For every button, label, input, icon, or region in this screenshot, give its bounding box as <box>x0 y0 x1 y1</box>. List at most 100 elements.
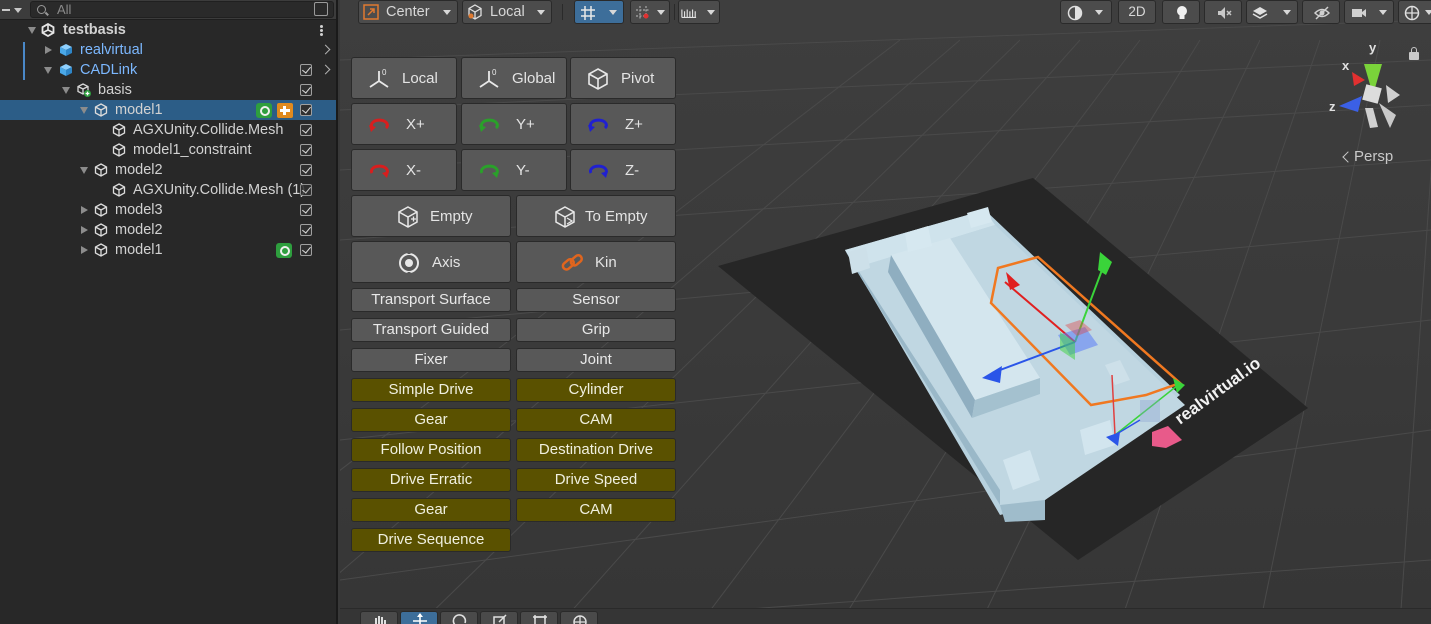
gear-button-2[interactable]: Gear <box>351 498 511 522</box>
button-label: Destination Drive <box>538 441 654 458</box>
rotate-y-plus-button[interactable]: Y+ <box>461 103 567 145</box>
rotate-z-plus-button[interactable]: Z+ <box>570 103 676 145</box>
transform-tool-button[interactable] <box>560 611 598 624</box>
chevron-right-icon[interactable] <box>320 64 331 75</box>
chevron-right-icon[interactable] <box>320 44 331 55</box>
sensor-button[interactable]: Sensor <box>516 288 676 312</box>
transport-guided-button[interactable]: Transport Guided <box>351 318 511 342</box>
gear-icon[interactable] <box>256 103 272 118</box>
follow-position-button[interactable]: Follow Position <box>351 438 511 462</box>
to-empty-button[interactable]: To Empty <box>516 195 676 237</box>
hierarchy-row-model1-selected[interactable]: model1 <box>0 100 336 120</box>
hierarchy-row-testbasis[interactable]: testbasis <box>0 20 336 40</box>
hierarchy-row-model2[interactable]: model2 <box>0 160 336 180</box>
drive-sequence-button[interactable]: Drive Sequence <box>351 528 511 552</box>
lighting-toggle[interactable] <box>1162 0 1200 24</box>
hierarchy-row-cadlink[interactable]: CADLink <box>0 60 336 80</box>
active-toggle-checkbox[interactable] <box>300 164 312 176</box>
active-toggle-checkbox[interactable] <box>300 64 312 76</box>
transport-surface-button[interactable]: Transport Surface <box>351 288 511 312</box>
cam-button-2[interactable]: CAM <box>516 498 676 522</box>
active-toggle-checkbox[interactable] <box>300 124 312 136</box>
foldout-arrow-icon[interactable] <box>81 206 88 214</box>
foldout-arrow-icon[interactable] <box>81 226 88 234</box>
create-dropdown-button[interactable] <box>2 2 24 18</box>
rotate-tool-button[interactable] <box>440 611 478 624</box>
hierarchy-row-model2-b[interactable]: model2 <box>0 220 336 240</box>
scale-tool-button[interactable] <box>480 611 518 624</box>
more-options-icon[interactable] <box>320 25 323 36</box>
foldout-arrow-icon[interactable] <box>28 27 36 34</box>
foldout-arrow-icon[interactable] <box>44 67 52 74</box>
chevron-down-icon <box>1425 10 1431 15</box>
drive-speed-button[interactable]: Drive Speed <box>516 468 676 492</box>
foldout-arrow-icon[interactable] <box>62 87 70 94</box>
active-toggle-checkbox[interactable] <box>300 104 312 116</box>
hierarchy-row-basis[interactable]: basis <box>0 80 336 100</box>
z-plus-label: Z+ <box>625 116 643 133</box>
audio-toggle[interactable] <box>1204 0 1242 24</box>
rotate-x-plus-button[interactable]: X+ <box>351 103 457 145</box>
increment-snap-toggle[interactable] <box>630 0 670 24</box>
scene-visibility-toggle[interactable] <box>1302 0 1340 24</box>
active-toggle-checkbox[interactable] <box>300 184 312 196</box>
hierarchy-row-realvirtual[interactable]: realvirtual <box>0 40 336 60</box>
axis-button[interactable]: Axis <box>351 241 511 283</box>
pivot-mode-dropdown[interactable]: Center <box>358 0 458 24</box>
pivot-rotation-dropdown[interactable]: Local <box>462 0 552 24</box>
foldout-arrow-icon[interactable] <box>45 46 52 54</box>
rotate-x-minus-button[interactable]: X- <box>351 149 457 191</box>
active-toggle-checkbox[interactable] <box>300 244 312 256</box>
kin-button[interactable]: Kin <box>516 241 676 283</box>
cube-outline-icon <box>112 143 126 157</box>
camera-dropdown[interactable] <box>1344 0 1394 24</box>
move-tool-button[interactable] <box>400 611 438 624</box>
active-toggle-checkbox[interactable] <box>300 144 312 156</box>
add-empty-button[interactable]: Empty <box>351 195 511 237</box>
local-button[interactable]: 0 Local <box>351 57 457 99</box>
foldout-arrow-icon[interactable] <box>80 107 88 114</box>
hierarchy-row-model3[interactable]: model3 <box>0 200 336 220</box>
global-button[interactable]: 0 Global <box>461 57 567 99</box>
simple-drive-button[interactable]: Simple Drive <box>351 378 511 402</box>
pivot-button[interactable]: Pivot <box>570 57 676 99</box>
fixer-button[interactable]: Fixer <box>351 348 511 372</box>
toggle-2d-button[interactable]: 2D <box>1118 0 1156 24</box>
gizmos-dropdown[interactable] <box>1398 0 1431 24</box>
hierarchy-row-agx-mesh[interactable]: AGXUnity.Collide.Mesh <box>0 120 336 140</box>
gizmo-lock-icon[interactable] <box>1409 47 1419 60</box>
active-toggle-checkbox[interactable] <box>300 84 312 96</box>
rotate-z-minus-button[interactable]: Z- <box>570 149 676 191</box>
hierarchy-search-extra-icon[interactable] <box>314 2 328 16</box>
button-label: Cylinder <box>568 381 624 398</box>
ruler-snap-toggle[interactable] <box>678 0 720 24</box>
rotate-y-minus-button[interactable]: Y- <box>461 149 567 191</box>
projection-toggle[interactable]: Persp <box>1342 148 1393 165</box>
hierarchy-row-agx-mesh-1[interactable]: AGXUnity.Collide.Mesh (1) <box>0 180 336 200</box>
grip-button[interactable]: Grip <box>516 318 676 342</box>
hierarchy-row-model1-constraint[interactable]: model1_constraint <box>0 140 336 160</box>
ruler-icon <box>681 9 697 19</box>
add-component-icon[interactable] <box>277 103 293 118</box>
cam-button[interactable]: CAM <box>516 408 676 432</box>
cylinder-button[interactable]: Cylinder <box>516 378 676 402</box>
hierarchy-row-model1-b[interactable]: model1 <box>0 240 336 260</box>
grid-snap-toggle[interactable] <box>574 0 624 24</box>
active-toggle-checkbox[interactable] <box>300 224 312 236</box>
unity-editor: testbasis realvirtual CADLink <box>0 0 1431 624</box>
draw-mode-dropdown[interactable] <box>1060 0 1112 24</box>
drive-erratic-button[interactable]: Drive Erratic <box>351 468 511 492</box>
destination-drive-button[interactable]: Destination Drive <box>516 438 676 462</box>
foldout-arrow-icon[interactable] <box>80 167 88 174</box>
joint-button[interactable]: Joint <box>516 348 676 372</box>
hand-tool-button[interactable] <box>360 611 398 624</box>
hierarchy-search-input[interactable] <box>57 2 307 17</box>
effects-dropdown[interactable] <box>1246 0 1298 24</box>
gear-icon[interactable] <box>276 243 292 258</box>
scene-view[interactable]: realvirtual.io y x z Persp Center Local … <box>340 0 1431 624</box>
hierarchy-search-box[interactable] <box>30 1 334 18</box>
gear-button[interactable]: Gear <box>351 408 511 432</box>
rect-tool-button[interactable] <box>520 611 558 624</box>
foldout-arrow-icon[interactable] <box>81 246 88 254</box>
active-toggle-checkbox[interactable] <box>300 204 312 216</box>
